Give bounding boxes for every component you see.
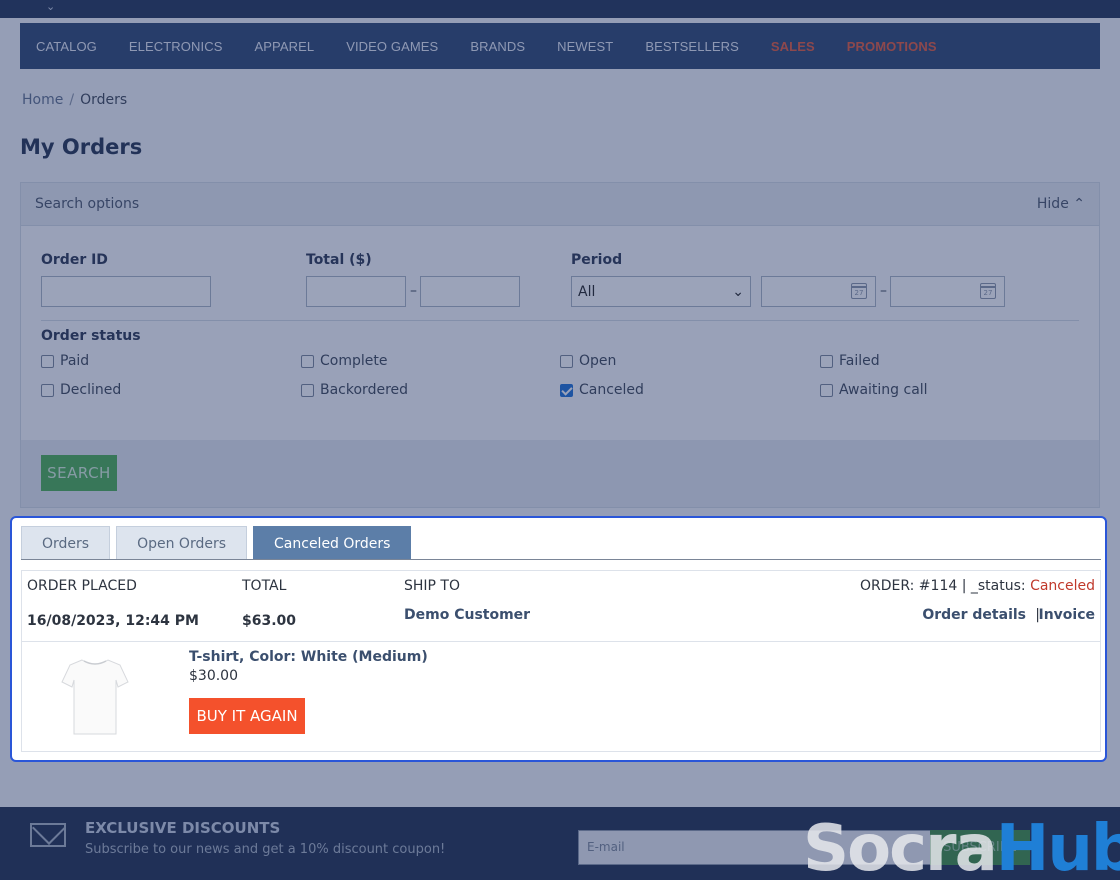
nav-promotions[interactable]: PROMOTIONS: [847, 39, 937, 54]
invoice-link[interactable]: Invoice: [1038, 607, 1095, 623]
nav-bestsellers[interactable]: BESTSELLERS: [645, 39, 739, 54]
order-details-link[interactable]: Order details: [922, 607, 1026, 623]
status-open-checkbox[interactable]: Open: [560, 353, 616, 369]
period-range-dash: –: [880, 283, 887, 299]
total-label: Total ($): [306, 252, 372, 268]
hide-toggle[interactable]: Hide ⌃: [1037, 196, 1085, 212]
divider: [41, 320, 1079, 321]
status-label: Complete: [320, 353, 388, 369]
nav-video-games[interactable]: VIDEO GAMES: [346, 39, 438, 54]
status-label: Awaiting call: [839, 382, 928, 398]
order-total-label: TOTAL: [242, 578, 287, 594]
status-failed-checkbox[interactable]: Failed: [820, 353, 880, 369]
checkbox-box-checked[interactable]: [560, 383, 573, 397]
period-to-date[interactable]: 27: [890, 276, 1005, 307]
total-min-input[interactable]: [306, 276, 406, 307]
search-button[interactable]: SEARCH: [41, 455, 117, 491]
product-price: $30.00: [189, 668, 238, 684]
top-bar: ⌄: [0, 0, 1120, 18]
status-paid-checkbox[interactable]: Paid: [41, 353, 89, 369]
period-label: Period: [571, 252, 623, 268]
order-total-value: $63.00: [242, 613, 297, 629]
tab-open-orders[interactable]: Open Orders: [116, 526, 248, 560]
tabs-underline: [21, 559, 1101, 560]
order-status-label: Order status: [41, 328, 141, 344]
order-number: ORDER: #114 | _status:: [859, 578, 1031, 594]
orders-panel: Orders Open Orders Canceled Orders ORDER…: [10, 516, 1107, 762]
status-label: Declined: [60, 382, 122, 398]
status-backordered-checkbox[interactable]: Backordered: [301, 382, 408, 398]
ship-to-value[interactable]: Demo Customer: [404, 607, 530, 623]
search-options-panel: Search options Hide ⌃ Order ID Total ($)…: [20, 182, 1100, 508]
order-card: ORDER PLACED 16/08/2023, 12:44 PM TOTAL …: [21, 570, 1101, 752]
buy-it-again-button[interactable]: BUY IT AGAIN: [189, 698, 305, 734]
status-label: Failed: [839, 353, 880, 369]
order-id-input[interactable]: [41, 276, 211, 307]
chevron-down-icon[interactable]: ⌄: [46, 0, 55, 13]
nav-electronics[interactable]: ELECTRONICS: [129, 39, 223, 54]
order-card-header: ORDER PLACED 16/08/2023, 12:44 PM TOTAL …: [22, 571, 1100, 642]
period-select-value: All: [578, 283, 596, 300]
checkbox-box[interactable]: [560, 354, 573, 368]
nav-brands[interactable]: BRANDS: [470, 39, 525, 54]
breadcrumb-current: Orders: [80, 92, 128, 108]
mail-icon: [30, 823, 66, 847]
status-declined-checkbox[interactable]: Declined: [41, 382, 121, 398]
status-label: Canceled: [579, 382, 644, 398]
order-tabs: Orders Open Orders Canceled Orders: [21, 526, 412, 560]
status-label: Open: [579, 353, 617, 369]
checkbox-box[interactable]: [301, 354, 314, 368]
calendar-icon-day: 27: [854, 289, 864, 297]
tab-canceled-orders[interactable]: Canceled Orders: [253, 526, 412, 560]
checkbox-box[interactable]: [301, 383, 314, 397]
checkbox-box[interactable]: [41, 383, 54, 397]
page-title: My Orders: [20, 135, 143, 159]
product-name-link[interactable]: T-shirt, Color: White (Medium): [189, 649, 428, 665]
status-awaiting-call-checkbox[interactable]: Awaiting call: [820, 382, 928, 398]
order-status-badge: Canceled: [1030, 578, 1095, 594]
breadcrumb-home[interactable]: Home: [22, 92, 63, 108]
search-footer: SEARCH: [21, 440, 1099, 507]
checkbox-box[interactable]: [41, 354, 54, 368]
calendar-icon[interactable]: 27: [980, 283, 996, 299]
nav-newest[interactable]: NEWEST: [557, 39, 613, 54]
search-options-header: Search options Hide ⌃: [21, 183, 1099, 226]
total-range-dash: –: [410, 283, 417, 299]
tab-orders[interactable]: Orders: [21, 526, 111, 560]
chevron-down-icon: ⌄: [732, 283, 744, 300]
nav-catalog[interactable]: CATALOG: [36, 39, 97, 54]
ship-to-label: SHIP TO: [404, 578, 461, 594]
order-placed-value: 16/08/2023, 12:44 PM: [27, 613, 199, 629]
checkbox-box[interactable]: [820, 383, 833, 397]
breadcrumb: Home / Orders: [22, 92, 127, 108]
checkbox-box[interactable]: [820, 354, 833, 368]
period-select[interactable]: All ⌄: [571, 276, 751, 307]
calendar-icon-day: 27: [983, 289, 993, 297]
main-nav: CATALOG ELECTRONICS APPAREL VIDEO GAMES …: [20, 23, 1100, 69]
nav-apparel[interactable]: APPAREL: [254, 39, 314, 54]
footer-title: EXCLUSIVE DISCOUNTS: [85, 819, 281, 837]
order-number-status: ORDER: #114 | _status: Canceled: [860, 578, 1095, 594]
status-complete-checkbox[interactable]: Complete: [301, 353, 387, 369]
socrahub-watermark: SocraHub: [803, 812, 1120, 880]
period-from-date[interactable]: 27: [761, 276, 876, 307]
watermark-part1: Socra: [803, 812, 998, 880]
tshirt-product-image[interactable]: [60, 656, 130, 738]
footer-subtitle: Subscribe to our news and get a 10% disc…: [85, 842, 446, 857]
status-canceled-checkbox[interactable]: Canceled: [560, 382, 644, 398]
calendar-icon[interactable]: 27: [851, 283, 867, 299]
nav-sales[interactable]: SALES: [771, 39, 815, 54]
breadcrumb-separator: /: [69, 92, 75, 108]
status-label: Backordered: [320, 382, 409, 398]
search-options-title: Search options: [35, 196, 140, 212]
status-label: Paid: [60, 353, 90, 369]
total-max-input[interactable]: [420, 276, 520, 307]
watermark-part2: Hub: [995, 812, 1120, 880]
order-placed-label: ORDER PLACED: [27, 578, 137, 594]
order-id-label: Order ID: [41, 252, 108, 268]
